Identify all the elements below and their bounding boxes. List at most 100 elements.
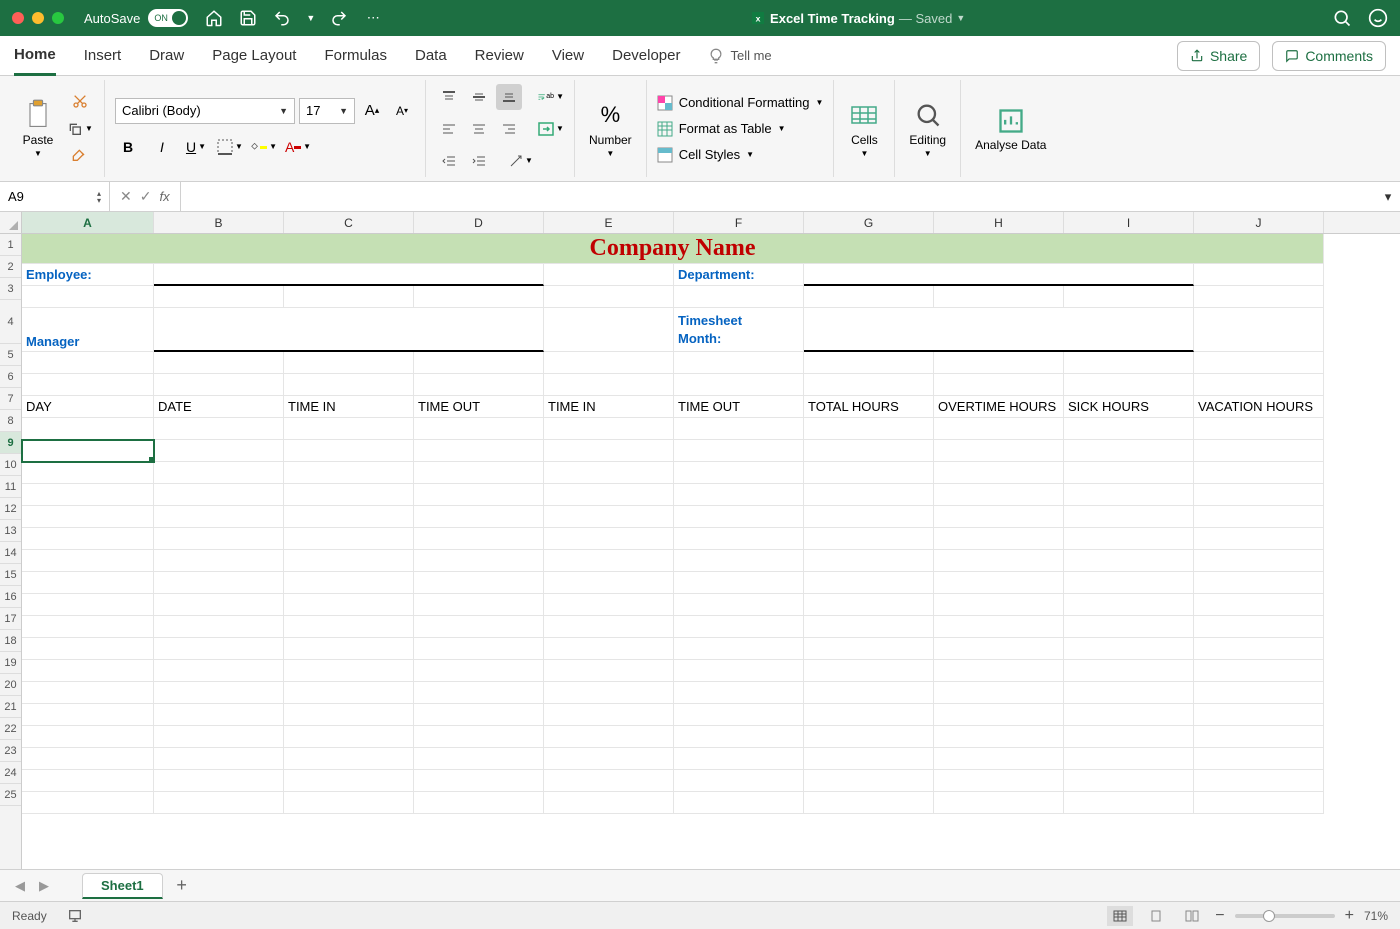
cell[interactable] (1194, 308, 1324, 352)
column-header[interactable]: G (804, 212, 934, 233)
cell[interactable] (934, 682, 1064, 704)
cell[interactable] (154, 440, 284, 462)
cell[interactable] (284, 440, 414, 462)
cell[interactable] (674, 484, 804, 506)
cell[interactable] (544, 550, 674, 572)
tab-review[interactable]: Review (475, 36, 524, 75)
cell[interactable] (544, 572, 674, 594)
cell[interactable] (284, 528, 414, 550)
format-as-table-button[interactable]: Format as Table▼ (657, 121, 824, 137)
cell[interactable] (934, 572, 1064, 594)
cell[interactable] (414, 440, 544, 462)
cell[interactable] (1194, 594, 1324, 616)
expand-formula-bar-icon[interactable]: ▾ (1376, 182, 1400, 211)
tell-me-button[interactable]: Tell me (708, 48, 771, 64)
table-header-cell[interactable]: TIME IN (284, 396, 414, 418)
row-header[interactable]: 22 (0, 718, 21, 740)
column-header[interactable]: B (154, 212, 284, 233)
format-painter-button[interactable] (66, 145, 94, 169)
cell[interactable] (414, 638, 544, 660)
cell[interactable] (1064, 792, 1194, 814)
page-break-view-button[interactable] (1179, 906, 1205, 926)
cell[interactable] (804, 748, 934, 770)
font-name-combo[interactable]: Calibri (Body)▼ (115, 98, 295, 124)
cell[interactable] (1064, 770, 1194, 792)
cell[interactable] (934, 726, 1064, 748)
cell[interactable] (284, 462, 414, 484)
cell[interactable] (414, 616, 544, 638)
cell[interactable] (284, 550, 414, 572)
cell[interactable] (1194, 770, 1324, 792)
cell[interactable] (284, 660, 414, 682)
cell[interactable] (284, 352, 414, 374)
cell[interactable] (804, 506, 934, 528)
row-header[interactable]: 20 (0, 674, 21, 696)
cell[interactable] (22, 792, 154, 814)
cell[interactable] (544, 748, 674, 770)
cell[interactable] (22, 484, 154, 506)
cell[interactable] (414, 484, 544, 506)
cell[interactable] (154, 572, 284, 594)
cell[interactable] (22, 462, 154, 484)
cell[interactable] (544, 286, 674, 308)
cell[interactable] (804, 374, 934, 396)
window-zoom-button[interactable] (52, 12, 64, 24)
row-header[interactable]: 1 (0, 234, 21, 256)
tab-view[interactable]: View (552, 36, 584, 75)
wrap-text-button[interactable]: ab▼ (538, 84, 564, 110)
cell[interactable] (544, 462, 674, 484)
cell[interactable] (804, 352, 934, 374)
row-header[interactable]: 21 (0, 696, 21, 718)
cell[interactable] (544, 352, 674, 374)
cell[interactable] (154, 528, 284, 550)
row-header[interactable]: 23 (0, 740, 21, 762)
row-header[interactable]: 24 (0, 762, 21, 784)
cell[interactable] (1194, 418, 1324, 440)
cell[interactable] (804, 770, 934, 792)
cell[interactable] (1194, 616, 1324, 638)
align-top-button[interactable] (436, 84, 462, 110)
cell[interactable] (544, 594, 674, 616)
cell[interactable] (284, 484, 414, 506)
underline-button[interactable]: U▼ (183, 134, 209, 160)
row-header[interactable]: 4 (0, 300, 21, 344)
cell[interactable] (934, 594, 1064, 616)
cell[interactable] (414, 418, 544, 440)
copy-button[interactable]: ▼ (66, 117, 94, 141)
row-header[interactable]: 12 (0, 498, 21, 520)
cell[interactable] (1194, 748, 1324, 770)
undo-icon[interactable] (272, 8, 292, 28)
cell[interactable] (934, 770, 1064, 792)
column-header[interactable]: J (1194, 212, 1324, 233)
cell[interactable] (284, 638, 414, 660)
column-header[interactable]: I (1064, 212, 1194, 233)
cell[interactable] (1064, 594, 1194, 616)
cell[interactable] (804, 572, 934, 594)
cell[interactable] (544, 726, 674, 748)
cell[interactable] (1194, 660, 1324, 682)
bold-button[interactable]: B (115, 134, 141, 160)
cell[interactable] (154, 550, 284, 572)
row-header[interactable]: 14 (0, 542, 21, 564)
increase-font-button[interactable]: A▴ (359, 98, 385, 124)
cell[interactable] (22, 594, 154, 616)
cell[interactable] (284, 748, 414, 770)
cell[interactable] (22, 506, 154, 528)
cell[interactable] (1064, 616, 1194, 638)
cell[interactable] (934, 484, 1064, 506)
font-color-button[interactable]: A▼ (285, 134, 311, 160)
cell[interactable] (414, 660, 544, 682)
row-header[interactable]: 16 (0, 586, 21, 608)
cell[interactable] (414, 770, 544, 792)
cell[interactable] (414, 726, 544, 748)
number-format-button[interactable]: % Number ▼ (585, 97, 636, 160)
fx-icon[interactable]: fx (159, 189, 169, 204)
row-header[interactable]: 9 (0, 432, 21, 454)
cell[interactable] (154, 660, 284, 682)
cell[interactable] (1064, 484, 1194, 506)
borders-button[interactable]: ▼ (217, 134, 243, 160)
cell[interactable] (1064, 286, 1194, 308)
cell[interactable] (22, 418, 154, 440)
cell[interactable] (1064, 726, 1194, 748)
cell[interactable] (1064, 462, 1194, 484)
